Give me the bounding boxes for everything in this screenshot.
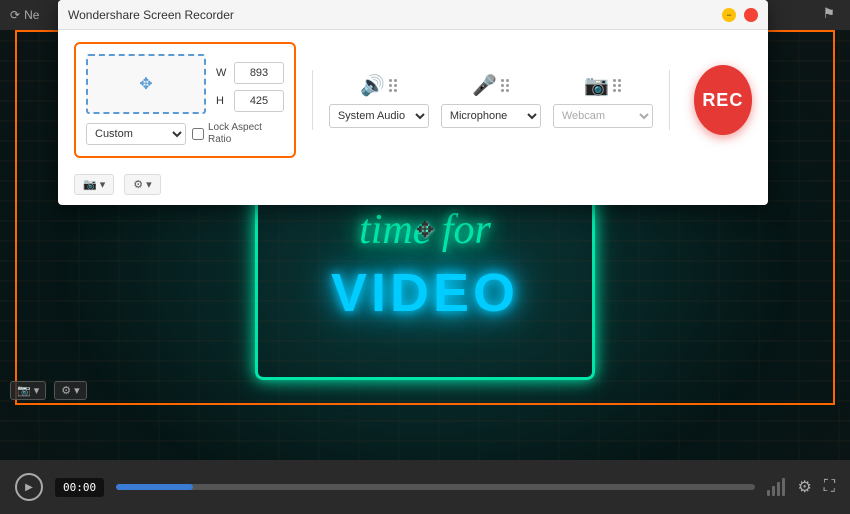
lock-aspect-control: Lock AspectRatio	[192, 122, 262, 146]
height-row: H	[216, 90, 284, 112]
progress-fill	[116, 484, 193, 490]
nav-label: Ne	[24, 8, 39, 22]
dialog-controls: − ✕	[722, 8, 758, 22]
av-controls: 🔊 System Audio 🎤	[329, 73, 653, 128]
rec-button[interactable]: REC	[694, 65, 752, 135]
vol-bar-1	[767, 490, 770, 496]
separator-2	[669, 70, 670, 130]
vol-bar-3	[777, 482, 780, 496]
height-label: H	[216, 95, 228, 107]
play-button[interactable]: ▶	[15, 473, 43, 501]
system-audio-icon-row: 🔊	[360, 73, 397, 98]
settings-btn-video[interactable]: ⚙ ▾	[54, 381, 86, 400]
webcam-icon: 📷	[584, 73, 609, 98]
webcam-group: 📷 Webcam	[553, 73, 653, 128]
width-label: W	[216, 67, 228, 79]
settings-bottom-btn[interactable]: ⚙ ▾	[124, 174, 160, 195]
vol-bar-2	[772, 486, 775, 496]
player-settings-btn[interactable]: ⚙	[797, 477, 811, 497]
microphone-group: 🎤 Microphone	[441, 73, 541, 128]
webcam-select[interactable]: Webcam	[553, 104, 653, 128]
recorder-dialog: Wondershare Screen Recorder − ✕ ✥ W	[58, 0, 768, 205]
speaker-icon: 🔊	[360, 73, 385, 98]
neon-text-line2: VIDEO	[331, 262, 519, 324]
close-icon: ✕	[747, 9, 755, 20]
chevron-down-icon-4: ▾	[146, 178, 152, 191]
minimize-icon: −	[726, 10, 731, 20]
screenshot-icon: 📷	[17, 384, 31, 397]
separator-1	[312, 70, 313, 130]
chevron-down-icon: ▾	[34, 384, 40, 397]
width-row: W	[216, 62, 284, 84]
vol-bar-4	[782, 478, 785, 496]
move-icon: ✥	[139, 74, 152, 94]
webcam-icon-row: 📷	[584, 73, 621, 98]
lock-aspect-label: Lock AspectRatio	[208, 122, 262, 146]
dialog-titlebar: Wondershare Screen Recorder − ✕	[58, 0, 768, 30]
system-audio-select[interactable]: System Audio	[329, 104, 429, 128]
audio-dots	[389, 79, 397, 92]
screenshot-btn[interactable]: 📷 ▾	[10, 381, 46, 400]
player-bar: ▶ 00:00 ⚙ ⛶	[0, 460, 850, 514]
microphone-icon: 🎤	[472, 73, 497, 98]
dialog-bottom-icons: 📷 ▾ ⚙ ▾	[58, 170, 768, 205]
dialog-content: ✥ W H Custom Full Sc	[58, 30, 768, 170]
screenshot-bottom-btn[interactable]: 📷 ▾	[74, 174, 114, 195]
dialog-title: Wondershare Screen Recorder	[68, 8, 234, 22]
mic-dots	[501, 79, 509, 92]
volume-indicator	[767, 478, 785, 496]
minimize-button[interactable]: −	[722, 8, 736, 22]
settings-bottom-icon: ⚙	[133, 178, 143, 191]
webcam-dots	[613, 79, 621, 92]
chevron-down-icon-2: ▾	[74, 384, 80, 397]
chevron-down-icon-3: ▾	[100, 178, 106, 191]
time-display: 00:00	[55, 478, 104, 497]
back-icon: ⟳	[10, 8, 20, 22]
rec-label: REC	[702, 90, 743, 111]
flag-icon: ⚑	[822, 5, 835, 22]
progress-bar[interactable]	[116, 484, 755, 490]
video-bottom-toolbar: 📷 ▾ ⚙ ▾	[0, 375, 850, 405]
width-input[interactable]	[234, 62, 284, 84]
fullscreen-btn[interactable]: ⛶	[824, 478, 835, 496]
close-button[interactable]: ✕	[744, 8, 758, 22]
height-input[interactable]	[234, 90, 284, 112]
screen-selector: ✥ W H Custom Full Sc	[74, 42, 296, 158]
nav-back-btn[interactable]: ⟳ Ne	[10, 8, 39, 22]
microphone-select[interactable]: Microphone	[441, 104, 541, 128]
screenshot-bottom-icon: 📷	[83, 178, 97, 191]
move-cursor-icon: ✥	[416, 217, 434, 243]
settings-icon: ⚙	[61, 384, 71, 397]
play-icon: ▶	[25, 482, 33, 493]
screen-type-select[interactable]: Custom Full Screen 1920×1080 1280×720	[86, 123, 186, 145]
microphone-icon-row: 🎤	[472, 73, 509, 98]
lock-aspect-checkbox[interactable]	[192, 128, 204, 140]
system-audio-group: 🔊 System Audio	[329, 73, 429, 128]
screen-preview: ✥	[86, 54, 206, 114]
